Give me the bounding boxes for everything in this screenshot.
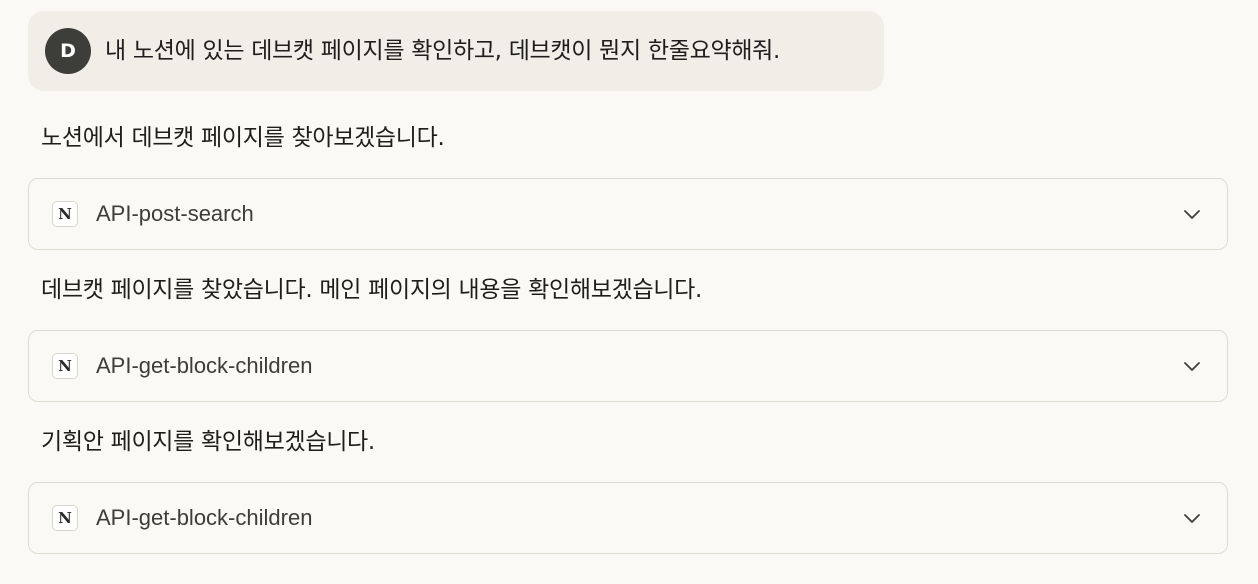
chevron-down-icon[interactable]	[1181, 203, 1203, 225]
notion-icon-letter: N	[58, 357, 72, 375]
user-message-text: 내 노션에 있는 데브캣 페이지를 확인하고, 데브캣이 뭔지 한줄요약해줘.	[105, 38, 781, 64]
tool-call-name: API-get-block-children	[96, 505, 313, 530]
assistant-message: 노션에서 데브캣 페이지를 찾아보겠습니다.	[41, 125, 445, 151]
tool-call-card[interactable]: N API-get-block-children	[28, 330, 1228, 402]
tool-call-name: API-post-search	[96, 201, 254, 226]
chevron-down-icon[interactable]	[1181, 507, 1203, 529]
notion-icon-letter: N	[58, 509, 72, 527]
assistant-message: 데브캣 페이지를 찾았습니다. 메인 페이지의 내용을 확인해보겠습니다.	[41, 277, 703, 303]
tool-call-card[interactable]: N API-post-search	[28, 178, 1228, 250]
avatar-initial: D	[60, 40, 76, 62]
tool-call-card[interactable]: N API-get-block-children	[28, 482, 1228, 554]
assistant-message: 기획안 페이지를 확인해보겠습니다.	[41, 429, 375, 455]
notion-icon-letter: N	[58, 205, 72, 223]
notion-icon: N	[52, 505, 78, 531]
avatar[interactable]: D	[45, 28, 91, 74]
notion-icon: N	[52, 201, 78, 227]
chat-transcript: D 내 노션에 있는 데브캣 페이지를 확인하고, 데브캣이 뭔지 한줄요약해줘…	[0, 0, 1258, 584]
chevron-down-icon[interactable]	[1181, 355, 1203, 377]
notion-icon: N	[52, 353, 78, 379]
tool-call-name: API-get-block-children	[96, 353, 313, 378]
user-message: D 내 노션에 있는 데브캣 페이지를 확인하고, 데브캣이 뭔지 한줄요약해줘…	[28, 11, 884, 91]
